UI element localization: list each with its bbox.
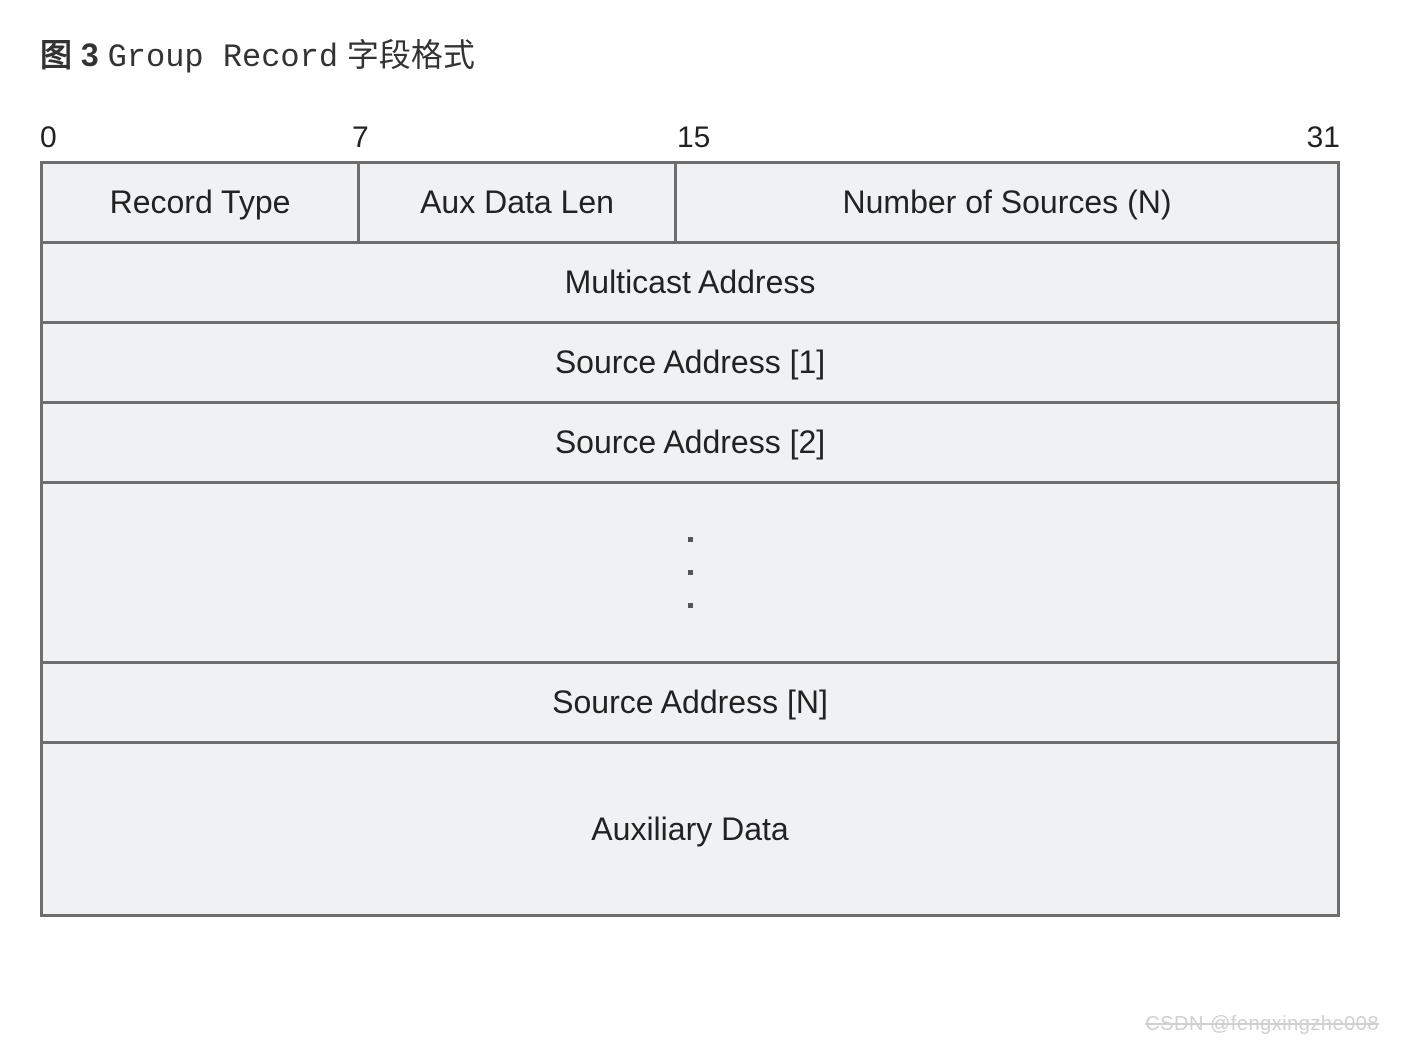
field-num-sources: Number of Sources (N) — [677, 164, 1337, 241]
bit-label-15: 15 — [677, 121, 1275, 155]
figure-title: 图 3 Group Record 字段格式 — [40, 30, 1369, 76]
diagram-container: 0 7 15 31 Record Type Aux Data Len Numbe… — [40, 121, 1340, 917]
bit-label-7: 7 — [352, 121, 677, 155]
field-source-address-1: Source Address [1] — [43, 324, 1337, 401]
ellipsis-dot — [688, 537, 693, 542]
row-ellipsis — [43, 484, 1337, 664]
field-source-address-n: Source Address [N] — [43, 664, 1337, 741]
bit-label-0: 0 — [40, 121, 352, 155]
field-aux-data-len: Aux Data Len — [360, 164, 677, 241]
ellipsis-dot — [688, 570, 693, 575]
row-multicast: Multicast Address — [43, 244, 1337, 324]
field-source-address-2: Source Address [2] — [43, 404, 1337, 481]
watermark: CSDN @fengxingzhe008 — [1145, 1013, 1379, 1036]
title-suffix: 字段格式 — [347, 37, 475, 73]
title-mono: Group Record — [108, 39, 338, 76]
bit-label-31: 31 — [1275, 121, 1340, 155]
packet-table: Record Type Aux Data Len Number of Sourc… — [40, 161, 1340, 917]
row-auxiliary: Auxiliary Data — [43, 744, 1337, 914]
field-record-type: Record Type — [43, 164, 360, 241]
title-prefix: 图 3 — [40, 37, 99, 73]
field-auxiliary-data: Auxiliary Data — [43, 744, 1337, 914]
ellipsis-dot — [688, 603, 693, 608]
row-source-n: Source Address [N] — [43, 664, 1337, 744]
row-source-2: Source Address [2] — [43, 404, 1337, 484]
field-multicast-address: Multicast Address — [43, 244, 1337, 321]
row-source-1: Source Address [1] — [43, 324, 1337, 404]
bit-ruler: 0 7 15 31 — [40, 121, 1340, 155]
row-header: Record Type Aux Data Len Number of Sourc… — [43, 164, 1337, 244]
